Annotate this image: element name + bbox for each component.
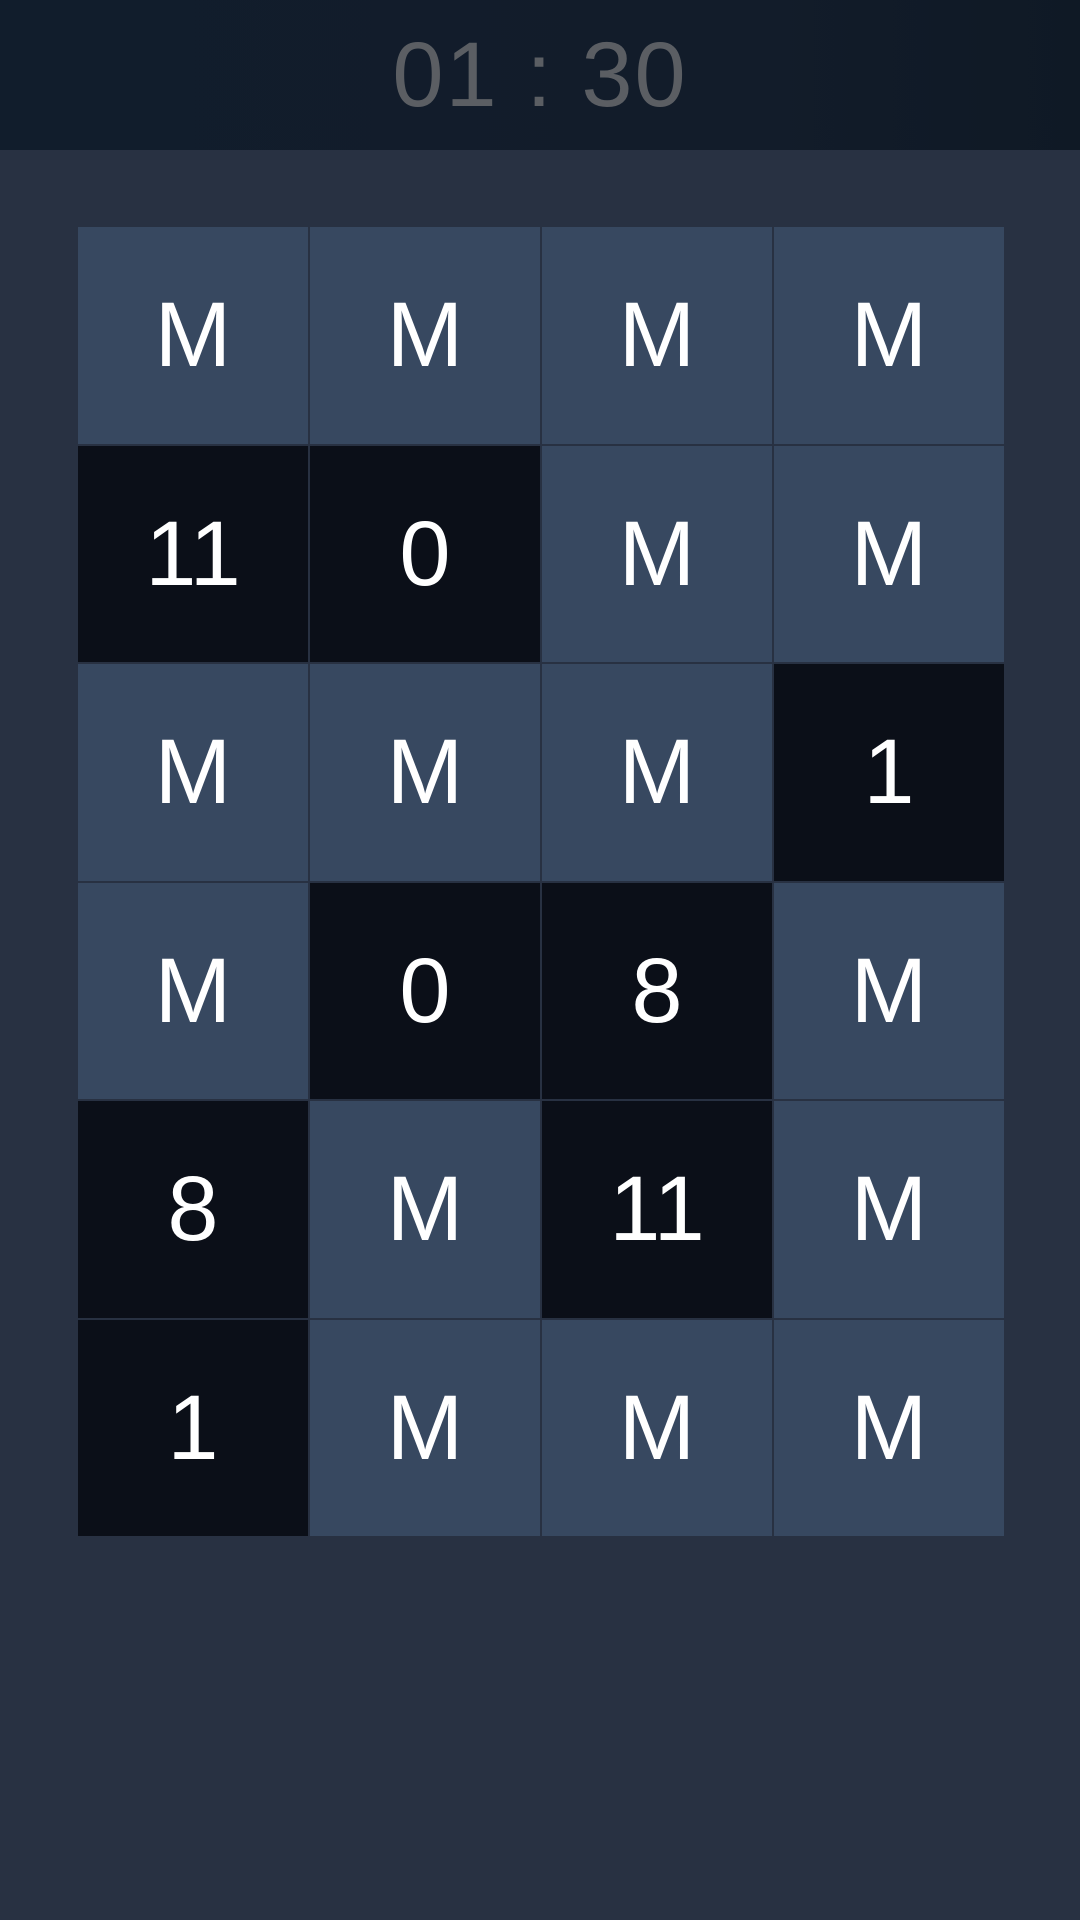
tile-r2-c4[interactable]: M [774, 445, 1004, 662]
tile-r6-c4[interactable]: M [774, 1319, 1004, 1536]
tile-r1-c1[interactable]: M [78, 227, 308, 444]
countdown-timer: 01 : 30 [392, 24, 688, 126]
tile-r3-c1[interactable]: M [78, 664, 308, 881]
tile-r3-c2[interactable]: M [310, 664, 540, 881]
tile-r4-c2[interactable]: 0 [310, 882, 540, 1099]
tile-r5-c2[interactable]: M [310, 1101, 540, 1318]
tile-r4-c4[interactable]: M [774, 882, 1004, 1099]
tile-r4-c1[interactable]: M [78, 882, 308, 1099]
tile-r2-c1[interactable]: 11 [78, 445, 308, 662]
tile-r2-c2[interactable]: 0 [310, 445, 540, 662]
tile-r1-c2[interactable]: M [310, 227, 540, 444]
tile-r4-c3[interactable]: 8 [542, 882, 772, 1099]
timer-bar: 01 : 30 [0, 0, 1080, 150]
tile-r6-c2[interactable]: M [310, 1319, 540, 1536]
game-board: M M M M 11 0 M M M M M 1 M 0 8 M 8 M 11 … [78, 227, 1004, 1536]
tile-r3-c3[interactable]: M [542, 664, 772, 881]
tile-r5-c3[interactable]: 11 [542, 1101, 772, 1318]
tile-r5-c1[interactable]: 8 [78, 1101, 308, 1318]
tile-r6-c3[interactable]: M [542, 1319, 772, 1536]
tile-r2-c3[interactable]: M [542, 445, 772, 662]
tile-r1-c3[interactable]: M [542, 227, 772, 444]
tile-r5-c4[interactable]: M [774, 1101, 1004, 1318]
tile-r1-c4[interactable]: M [774, 227, 1004, 444]
tile-r3-c4[interactable]: 1 [774, 664, 1004, 881]
tile-r6-c1[interactable]: 1 [78, 1319, 308, 1536]
